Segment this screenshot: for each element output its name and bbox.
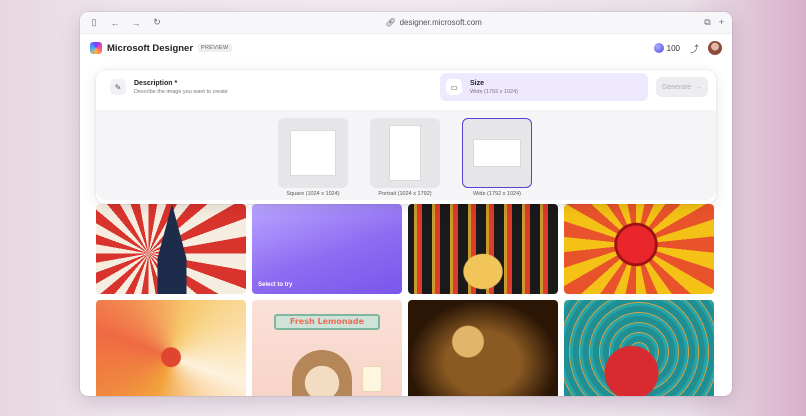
- gallery-card-apple[interactable]: [564, 204, 714, 294]
- size-option-square[interactable]: [278, 118, 348, 188]
- credits-counter[interactable]: 100: [653, 43, 680, 53]
- browser-actions: ⧉ +: [704, 17, 724, 28]
- prompt-panel: ✎ Description * Describe the image you w…: [96, 70, 716, 204]
- size-option-portrait-label: Portrait (1024 x 1792): [378, 191, 432, 197]
- size-option-portrait[interactable]: [370, 118, 440, 188]
- preview-badge: PREVIEW: [198, 44, 232, 52]
- browser-window: ▯ ← → ↻ 🔗︎ designer.microsoft.com ⧉ + Mi…: [80, 12, 732, 396]
- size-label: Size: [470, 79, 485, 87]
- size-value: Wide (1792 x 1024): [470, 88, 518, 95]
- url-text: designer.microsoft.com: [399, 18, 482, 27]
- prompt-fields: ✎ Description * Describe the image you w…: [104, 72, 708, 102]
- lemonade-sign: Fresh Lemonade: [274, 314, 380, 330]
- gallery-card-steampunk[interactable]: [408, 300, 558, 396]
- generate-button[interactable]: Generate →: [656, 77, 708, 97]
- tab-icon[interactable]: ⧉: [704, 17, 710, 28]
- gallery-card-monument[interactable]: [96, 204, 246, 294]
- address-bar[interactable]: 🔗︎ designer.microsoft.com: [163, 18, 704, 27]
- description-label: Description *: [134, 79, 178, 87]
- share-icon[interactable]: ⤴: [690, 42, 699, 55]
- size-option-wide[interactable]: [462, 118, 532, 188]
- designer-logo-icon: [90, 42, 102, 54]
- gallery-card-placeholder[interactable]: Select to try: [252, 204, 402, 294]
- gallery-card-fountain[interactable]: [408, 204, 558, 294]
- avatar[interactable]: [708, 41, 722, 55]
- prompt-icon: ✎: [110, 79, 126, 95]
- hedgehog-illustration: [292, 350, 352, 396]
- app-title: Microsoft Designer: [107, 42, 194, 54]
- forward-icon[interactable]: →: [130, 18, 142, 28]
- size-options: Square (1024 x 1024) Portrait (1024 x 17…: [96, 110, 716, 200]
- square-preview: [291, 131, 335, 175]
- description-field[interactable]: ✎ Description * Describe the image you w…: [104, 73, 440, 101]
- size-option-square-label: Square (1024 x 1024): [286, 191, 340, 197]
- arrow-right-icon: →: [695, 83, 703, 91]
- wide-preview: [474, 140, 520, 166]
- app-header: Microsoft Designer PREVIEW 100 ⤴: [80, 34, 732, 62]
- refresh-icon[interactable]: ↻: [151, 17, 163, 28]
- credits-value: 100: [666, 43, 680, 53]
- inspiration-gallery: Select to try Fresh Lemonade: [96, 204, 716, 396]
- new-tab-icon[interactable]: +: [719, 17, 724, 28]
- credits-icon: [653, 43, 664, 53]
- description-input[interactable]: Describe the image you want to create: [134, 89, 228, 95]
- sidebar-icon[interactable]: ▯: [88, 17, 100, 28]
- size-field[interactable]: ▭ Size Wide (1792 x 1024): [440, 73, 648, 101]
- link-icon: 🔗︎: [385, 18, 396, 27]
- gallery-card-hummingbird[interactable]: [96, 300, 246, 396]
- portrait-preview: [390, 126, 420, 180]
- cup-illustration: [362, 366, 382, 392]
- generate-label: Generate: [661, 83, 692, 91]
- size-option-wide-label: Wide (1792 x 1024): [473, 191, 521, 197]
- select-hint: Select to try: [258, 282, 293, 288]
- back-icon[interactable]: ←: [109, 18, 121, 28]
- browser-toolbar: ▯ ← → ↻ 🔗︎ designer.microsoft.com ⧉ +: [80, 12, 732, 34]
- browser-nav: ▯ ← → ↻: [88, 17, 163, 28]
- gallery-card-heart[interactable]: [564, 300, 714, 396]
- aspect-icon: ▭: [446, 79, 462, 95]
- gallery-card-lemonade[interactable]: Fresh Lemonade: [252, 300, 402, 396]
